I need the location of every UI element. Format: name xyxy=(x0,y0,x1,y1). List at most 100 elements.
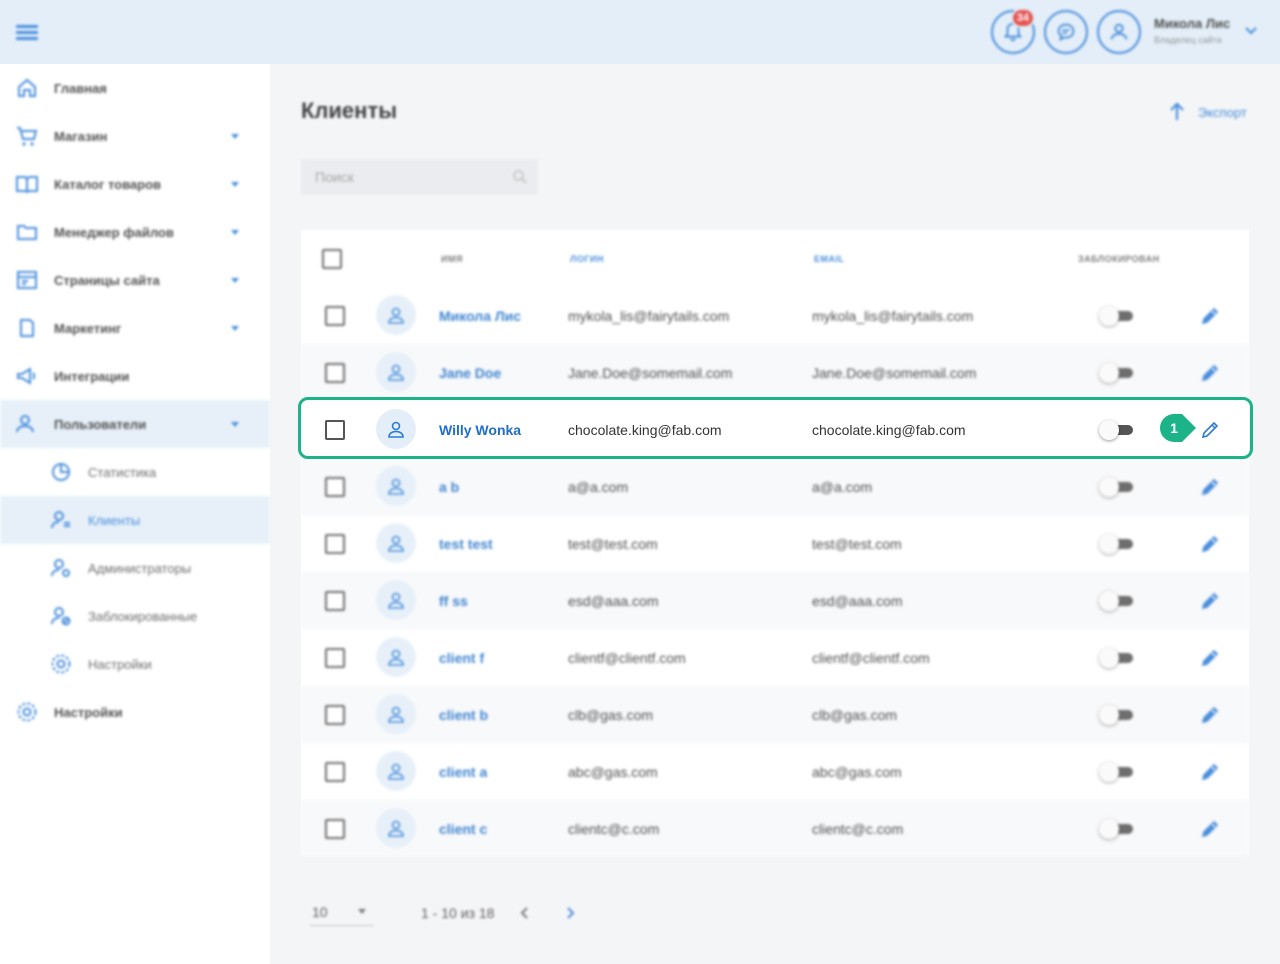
select-all-checkbox[interactable] xyxy=(322,249,342,269)
page-size-select[interactable]: 10 xyxy=(310,898,374,926)
sidebar-subitem-admins[interactable]: Администраторы xyxy=(0,544,270,592)
blocked-toggle[interactable] xyxy=(1099,705,1133,725)
search-input[interactable] xyxy=(301,159,538,195)
client-email: a@a.com xyxy=(812,479,873,495)
sidebar-item-label: Магазин xyxy=(54,128,108,144)
row-checkbox[interactable] xyxy=(325,648,345,668)
client-login: clientc@c.com xyxy=(568,821,660,837)
row-checkbox[interactable] xyxy=(325,477,345,497)
sidebar-subitem-statistics[interactable]: Статистика xyxy=(0,448,270,496)
caret-down-icon xyxy=(358,909,366,914)
sidebar-subitem-label: Заблокированные xyxy=(88,608,198,624)
sidebar-item-label: Пользователи xyxy=(54,416,147,432)
avatar xyxy=(376,808,416,848)
profile-button[interactable] xyxy=(1097,10,1141,54)
chevron-down-icon[interactable] xyxy=(1244,24,1258,38)
sidebar-subitem-blocked[interactable]: Заблокированные xyxy=(0,592,270,640)
client-name-link[interactable]: a b xyxy=(439,479,459,495)
client-name-link[interactable]: test test xyxy=(439,536,493,552)
column-header-name[interactable]: Имя xyxy=(441,254,463,264)
gear-icon xyxy=(51,654,71,674)
sidebar-item-users[interactable]: Пользователи xyxy=(0,400,270,448)
row-checkbox[interactable] xyxy=(325,705,345,725)
caret-down-icon xyxy=(231,230,239,235)
row-checkbox[interactable] xyxy=(325,363,345,383)
row-checkbox[interactable] xyxy=(325,591,345,611)
blocked-toggle[interactable] xyxy=(1099,363,1133,383)
users-icon xyxy=(16,415,34,433)
user-icon xyxy=(388,478,404,495)
client-name-link[interactable]: client a xyxy=(439,764,487,780)
chevron-left-icon[interactable] xyxy=(518,906,530,920)
caret-down-icon xyxy=(231,278,239,283)
client-email: Jane.Doe@somemail.com xyxy=(812,365,977,381)
column-header-login[interactable]: Логин xyxy=(570,254,604,264)
avatar xyxy=(376,580,416,620)
edit-pencil-icon[interactable] xyxy=(1199,818,1221,840)
column-header-email[interactable]: Email xyxy=(814,254,845,264)
clients-table: Имя Логин Email Заблокирован Микола Лис m… xyxy=(301,230,1249,857)
notifications-button[interactable]: 34 xyxy=(991,8,1035,54)
hamburger-menu-icon[interactable] xyxy=(16,22,38,42)
edit-pencil-icon[interactable] xyxy=(1199,761,1221,783)
edit-pencil-icon[interactable] xyxy=(1199,476,1221,498)
client-login: abc@gas.com xyxy=(568,764,658,780)
table-row: ff ss esd@aaa.com esd@aaa.com xyxy=(301,572,1249,629)
sidebar-item-settings[interactable]: Настройки xyxy=(0,688,270,736)
edit-pencil-icon[interactable] xyxy=(1199,305,1221,327)
client-name-link[interactable]: client c xyxy=(439,821,487,837)
client-name-link[interactable]: client b xyxy=(439,707,488,723)
table-row: Микола Лис mykola_lis@fairytails.com mykol… xyxy=(301,287,1249,344)
sidebar-item-home[interactable]: Главная xyxy=(0,64,270,112)
row-checkbox[interactable] xyxy=(325,306,345,326)
sidebar-item-catalog[interactable]: Каталог товаров xyxy=(0,160,270,208)
page-size-value: 10 xyxy=(312,904,328,920)
client-email: clb@gas.com xyxy=(812,707,898,723)
blocked-toggle[interactable] xyxy=(1099,648,1133,668)
client-name-link[interactable]: client f xyxy=(439,650,484,666)
edit-pencil-icon[interactable] xyxy=(1199,704,1221,726)
sidebar-item-label: Маркетинг xyxy=(54,320,122,336)
sidebar-item-integrations[interactable]: Интеграции xyxy=(0,352,270,400)
blocked-toggle[interactable] xyxy=(1099,819,1133,839)
chat-icon xyxy=(1057,23,1075,42)
sidebar-item-shop[interactable]: Магазин xyxy=(0,112,270,160)
avatar xyxy=(376,637,416,677)
table-row: Jane Doe Jane.Doe@somemail.com Jane.Doe@so… xyxy=(301,344,1249,401)
chevron-right-icon[interactable] xyxy=(565,906,577,920)
client-login: a@a.com xyxy=(568,479,629,495)
client-email: clientc@c.com xyxy=(812,821,904,837)
client-name-link[interactable]: Jane Doe xyxy=(439,365,501,381)
edit-pencil-icon[interactable] xyxy=(1199,590,1221,612)
blocked-toggle[interactable] xyxy=(1099,762,1133,782)
sidebar-subitem-settings[interactable]: Настройки xyxy=(0,640,270,688)
blocked-toggle[interactable] xyxy=(1099,306,1133,326)
top-bar: 34 Микола Лис Владелец сайта xyxy=(0,0,1280,64)
blocked-toggle[interactable] xyxy=(1099,591,1133,611)
row-checkbox[interactable] xyxy=(325,819,345,839)
sidebar-item-pages[interactable]: Страницы сайта xyxy=(0,256,270,304)
highlight-frame xyxy=(298,397,1253,459)
edit-pencil-icon[interactable] xyxy=(1199,362,1221,384)
sidebar-item-label: Каталог товаров xyxy=(54,176,162,192)
blocked-toggle[interactable] xyxy=(1099,477,1133,497)
blocked-toggle[interactable] xyxy=(1099,534,1133,554)
caret-down-icon xyxy=(231,326,239,331)
avatar xyxy=(376,466,416,506)
client-email: clientf@clientf.com xyxy=(812,650,930,666)
export-button[interactable]: Экспорт xyxy=(1168,100,1247,124)
messages-button[interactable] xyxy=(1044,10,1088,54)
export-label: Экспорт xyxy=(1198,104,1247,120)
sidebar-item-marketing[interactable]: Маркетинг xyxy=(0,304,270,352)
edit-pencil-icon[interactable] xyxy=(1199,647,1221,669)
step-marker: 1 xyxy=(1160,414,1196,442)
edit-pencil-icon[interactable] xyxy=(1199,533,1221,555)
client-name-link[interactable]: Микола Лис xyxy=(439,308,521,324)
row-checkbox[interactable] xyxy=(325,762,345,782)
client-name-link[interactable]: ff ss xyxy=(439,593,468,609)
sidebar-item-files[interactable]: Менеджер файлов xyxy=(0,208,270,256)
caret-down-icon xyxy=(231,182,239,187)
row-checkbox[interactable] xyxy=(325,534,345,554)
megaphone-icon xyxy=(17,367,36,385)
sidebar-subitem-clients[interactable]: Клиенты xyxy=(0,496,270,544)
